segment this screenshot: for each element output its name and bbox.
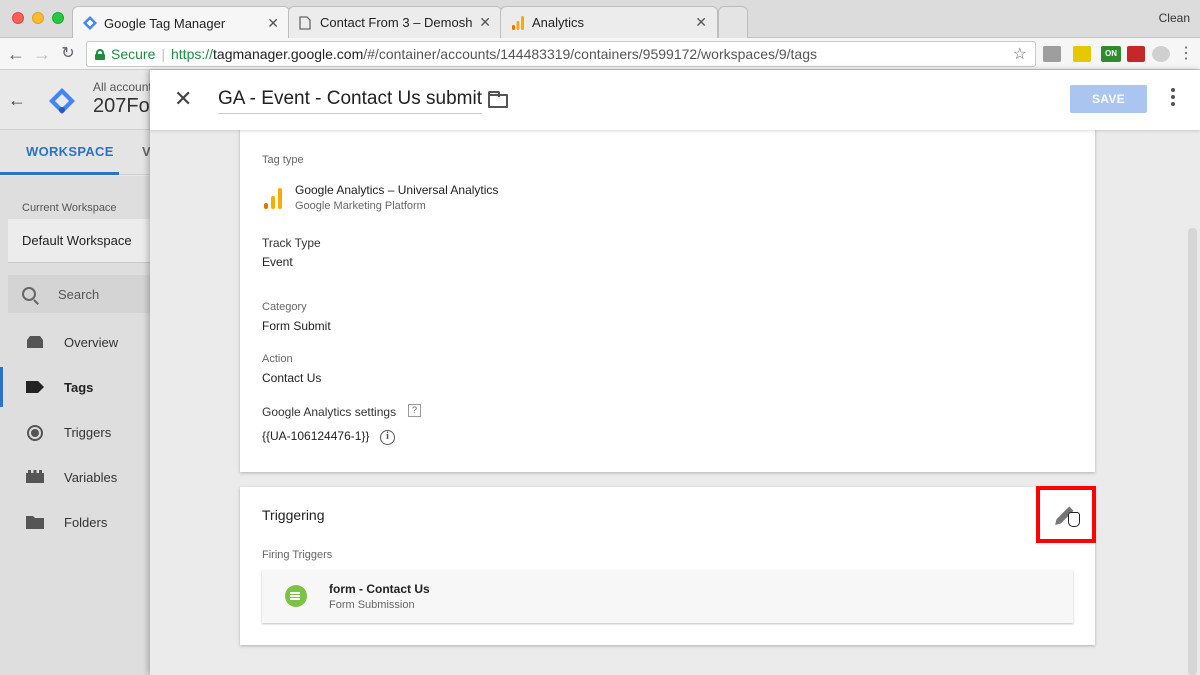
- google-analytics-icon: [264, 187, 284, 209]
- chrome-menu-icon[interactable]: ⋮: [1174, 42, 1198, 66]
- sidebar-item-label: Tags: [64, 379, 94, 395]
- back-arrow-icon[interactable]: ←: [8, 90, 26, 111]
- search-icon: [22, 287, 36, 301]
- sidebar: Current Workspace Default Workspace Sear…: [0, 176, 150, 675]
- browser-tab-analytics[interactable]: Analytics ✕: [500, 6, 718, 38]
- hand-cursor-icon: [1068, 512, 1080, 527]
- tag-name-input[interactable]: GA - Event - Contact Us submit: [218, 88, 482, 114]
- tab-close-icon[interactable]: ✕: [479, 14, 491, 31]
- gtm-favicon-icon: [83, 16, 97, 30]
- url-host: tagmanager.google.com: [213, 46, 364, 62]
- account-name[interactable]: 207Fo: [93, 95, 150, 118]
- info-icon[interactable]: i: [380, 430, 395, 445]
- current-workspace-selector[interactable]: Default Workspace: [8, 219, 150, 263]
- tag-icon: [26, 380, 44, 394]
- tag-type-subtitle: Google Marketing Platform: [295, 200, 426, 212]
- tag-editor-panel: ✕ GA - Event - Contact Us submit SAVE Ta…: [150, 70, 1200, 675]
- variable-icon: [26, 470, 44, 484]
- flag-extension-icon[interactable]: [1127, 46, 1145, 62]
- trigger-name: form - Contact Us: [329, 582, 430, 596]
- more-options-icon[interactable]: [1170, 88, 1176, 110]
- sidebar-item-label: Variables: [64, 469, 118, 485]
- code-extension-icon[interactable]: [1043, 46, 1061, 62]
- tab-label: Contact From 3 – Demoshop: [320, 15, 474, 30]
- new-tab-button[interactable]: [718, 6, 748, 38]
- category-label: Category: [262, 301, 307, 313]
- folder-icon: [26, 515, 44, 529]
- sidebar-item-triggers[interactable]: Triggers: [0, 412, 150, 452]
- sidebar-item-label: Folders: [64, 514, 108, 530]
- action-value: Contact Us: [262, 371, 322, 385]
- gtm-logo-icon[interactable]: [48, 87, 76, 115]
- window-close-button[interactable]: [12, 12, 24, 24]
- firing-triggers-label: Firing Triggers: [262, 549, 333, 561]
- browser-tab-demoshop[interactable]: Contact From 3 – Demoshop ✕: [288, 6, 502, 38]
- url-path: /#/container/accounts/144483319/containe…: [363, 46, 818, 62]
- page-favicon-icon: [299, 15, 313, 30]
- forward-arrow-icon[interactable]: →: [30, 42, 54, 66]
- lock-icon: [95, 48, 105, 60]
- panel-scrollbar[interactable]: [1188, 228, 1197, 675]
- tab-workspace[interactable]: WORKSPACE: [0, 144, 119, 175]
- current-workspace-label: Current Workspace: [22, 202, 117, 214]
- category-value: Form Submit: [262, 319, 331, 333]
- folder-icon[interactable]: [488, 91, 508, 108]
- url-scheme: https://: [171, 46, 214, 62]
- action-label: Action: [262, 353, 293, 365]
- save-button[interactable]: SAVE: [1070, 85, 1147, 113]
- track-type-value: Event: [262, 255, 293, 269]
- sidebar-item-variables[interactable]: Variables: [0, 457, 150, 497]
- triggering-card[interactable]: Triggering Firing Triggers form - Contac…: [240, 486, 1096, 645]
- tab-label: Google Tag Manager: [104, 15, 226, 31]
- ghost-extension-icon[interactable]: [1152, 46, 1170, 62]
- sidebar-item-folders[interactable]: Folders: [0, 502, 150, 542]
- close-icon[interactable]: ✕: [174, 86, 192, 112]
- ga-settings-value: {{UA-106124476-1}}: [262, 429, 370, 443]
- back-arrow-icon[interactable]: ←: [4, 42, 28, 66]
- sidebar-search[interactable]: Search: [8, 275, 150, 313]
- tag-configuration-card[interactable]: Tag type Google Analytics – Universal An…: [240, 128, 1095, 472]
- tab-close-icon[interactable]: ✕: [695, 14, 707, 31]
- address-bar[interactable]: Secure | https:// tagmanager.google.com …: [86, 41, 1036, 67]
- sidebar-item-overview[interactable]: Overview: [0, 322, 150, 362]
- account-label[interactable]: All account: [93, 80, 152, 94]
- on-badge-icon[interactable]: ON: [1101, 46, 1121, 62]
- help-icon[interactable]: ?: [408, 404, 421, 417]
- browser-tab-strip: Google Tag Manager ✕ Contact From 3 – De…: [0, 0, 1200, 39]
- triggering-title: Triggering: [262, 507, 325, 523]
- edit-triggering-button[interactable]: [1036, 486, 1096, 543]
- search-placeholder: Search: [58, 286, 100, 302]
- overview-icon: [26, 335, 44, 349]
- tab-label: Analytics: [532, 15, 585, 30]
- workspace-tabs: WORKSPACE V: [0, 130, 151, 175]
- sidebar-item-label: Triggers: [64, 424, 112, 440]
- secure-label: Secure: [111, 46, 156, 62]
- browser-tab-gtm[interactable]: Google Tag Manager ✕: [72, 6, 290, 39]
- profile-label[interactable]: Clean: [1159, 11, 1190, 25]
- track-type-label: Track Type: [262, 236, 321, 250]
- form-submission-icon: [285, 585, 307, 607]
- sidebar-item-tags[interactable]: Tags: [0, 367, 150, 407]
- gtm-header: ← All account 207Fo: [0, 70, 152, 130]
- trigger-row[interactable]: form - Contact Us Form Submission: [262, 570, 1073, 623]
- ga-settings-label: Google Analytics settings: [262, 405, 397, 419]
- reload-icon[interactable]: ↻: [56, 42, 80, 66]
- tag-extension-icon[interactable]: [1073, 46, 1091, 62]
- window-zoom-button[interactable]: [52, 12, 64, 24]
- sidebar-item-label: Overview: [64, 334, 119, 350]
- bookmark-star-icon[interactable]: ☆: [1013, 44, 1027, 64]
- tag-type-name: Google Analytics – Universal Analytics: [295, 183, 499, 197]
- trigger-type: Form Submission: [329, 599, 415, 611]
- analytics-favicon-icon: [511, 15, 525, 30]
- panel-header: ✕ GA - Event - Contact Us submit SAVE: [150, 70, 1200, 130]
- tag-type-label: Tag type: [262, 154, 304, 166]
- window-minimize-button[interactable]: [32, 12, 44, 24]
- browser-toolbar: ← → ↻ Secure | https:// tagmanager.googl…: [0, 38, 1200, 70]
- tab-close-icon[interactable]: ✕: [267, 15, 279, 32]
- trigger-icon: [26, 425, 44, 441]
